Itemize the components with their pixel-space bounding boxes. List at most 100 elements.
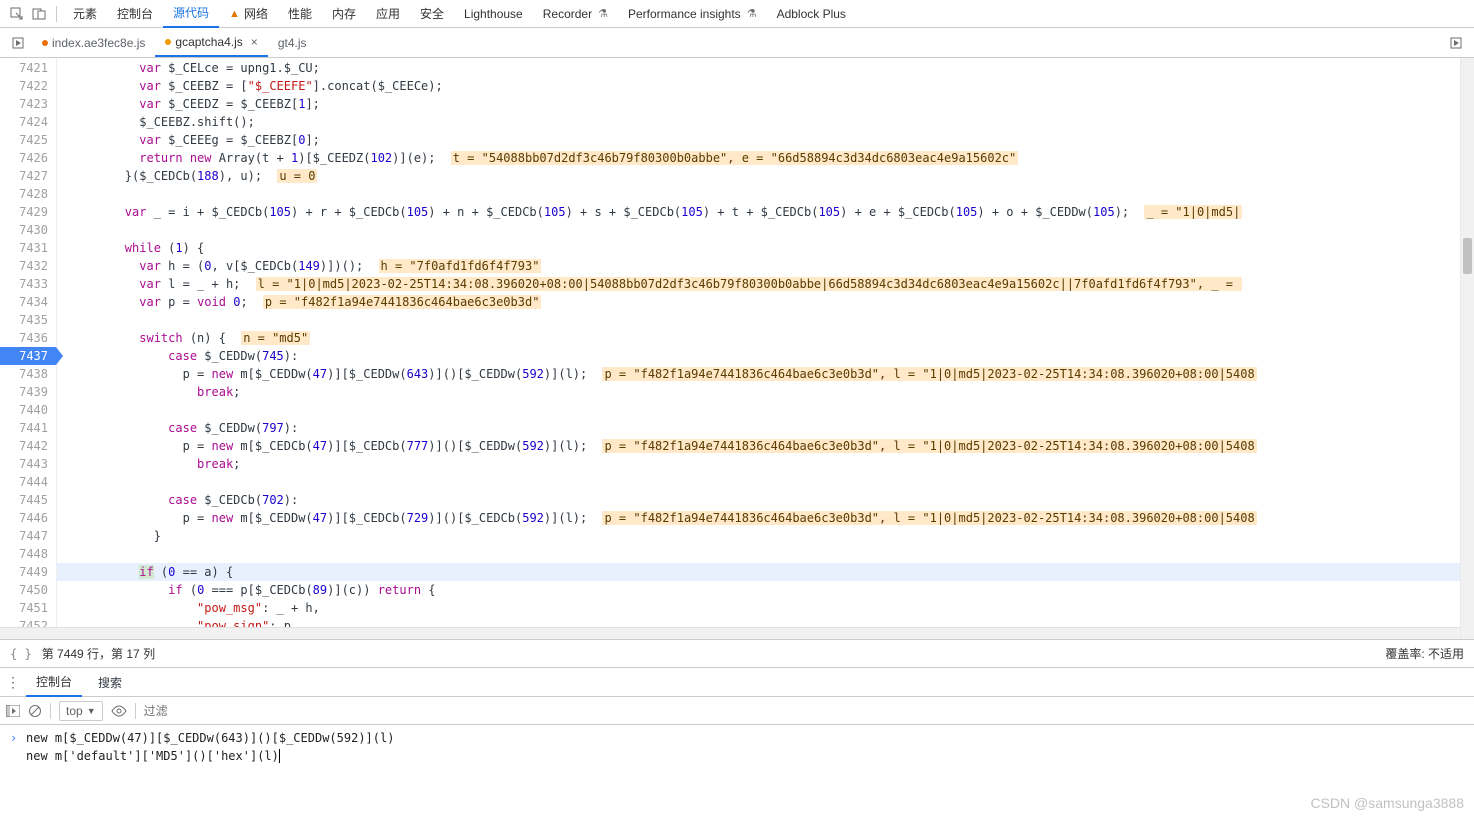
inspect-icon[interactable] xyxy=(6,3,28,25)
debugger-toggle-icon[interactable] xyxy=(4,37,32,49)
filetab-index[interactable]: index.ae3fec8e.js xyxy=(32,29,155,57)
line-number[interactable]: 7435 xyxy=(0,311,56,329)
console-input-line[interactable]: new m['default']['MD5']()['hex'](l) xyxy=(0,747,1474,765)
code-line[interactable] xyxy=(57,545,1474,563)
line-number[interactable]: 7430 xyxy=(0,221,56,239)
drawer-menu-icon[interactable]: ⋮ xyxy=(6,674,20,691)
code-line[interactable]: var $_CELce = upng1.$_CU; xyxy=(57,59,1474,77)
filetab-gt4[interactable]: gt4.js xyxy=(268,29,317,57)
line-number[interactable]: 7427 xyxy=(0,167,56,185)
code-line[interactable]: } xyxy=(57,527,1474,545)
code-line[interactable]: return new Array(t + 1)[$_CEEDZ(102)](e)… xyxy=(57,149,1474,167)
line-number[interactable]: 7447 xyxy=(0,527,56,545)
drawer-tab-console[interactable]: 控制台 xyxy=(26,668,82,697)
tab-recorder[interactable]: Recorder⚗ xyxy=(533,0,618,28)
live-expression-icon[interactable] xyxy=(111,705,127,717)
code-line[interactable] xyxy=(57,311,1474,329)
tab-lighthouse[interactable]: Lighthouse xyxy=(454,0,533,28)
line-number[interactable]: 7445 xyxy=(0,491,56,509)
line-number[interactable]: 7443 xyxy=(0,455,56,473)
code-line[interactable]: switch (n) { n = "md5" xyxy=(57,329,1474,347)
code-line[interactable]: var h = (0, v[$_CEDCb(149)])(); h = "7f0… xyxy=(57,257,1474,275)
code-line[interactable]: var _ = i + $_CEDCb(105) + r + $_CEDCb(1… xyxy=(57,203,1474,221)
more-tabs-icon[interactable] xyxy=(1442,37,1470,49)
line-number[interactable]: 7422 xyxy=(0,77,56,95)
filetab-gcaptcha4[interactable]: gcaptcha4.js× xyxy=(155,29,267,57)
execution-context-select[interactable]: top▼ xyxy=(59,701,103,721)
tab-performance[interactable]: 性能 xyxy=(278,0,322,28)
tab-memory[interactable]: 内存 xyxy=(322,0,366,28)
line-number[interactable]: 7439 xyxy=(0,383,56,401)
tab-elements[interactable]: 元素 xyxy=(63,0,107,28)
line-number[interactable]: 7434 xyxy=(0,293,56,311)
line-number[interactable]: 7426 xyxy=(0,149,56,167)
code-line[interactable]: case $_CEDCb(702): xyxy=(57,491,1474,509)
code-line[interactable]: p = new m[$_CEDDw(47)][$_CEDDw(643)]()[$… xyxy=(57,365,1474,383)
line-number[interactable]: 7446 xyxy=(0,509,56,527)
code-line[interactable]: var $_CEEBZ = ["$_CEEFE"].concat($_CEECe… xyxy=(57,77,1474,95)
code-line[interactable]: $_CEEBZ.shift(); xyxy=(57,113,1474,131)
line-number[interactable]: 7436 xyxy=(0,329,56,347)
code-line[interactable]: p = new m[$_CEDDw(47)][$_CEDCb(729)]()[$… xyxy=(57,509,1474,527)
line-number[interactable]: 7424 xyxy=(0,113,56,131)
code-line[interactable]: if (0 == a) { xyxy=(57,563,1474,581)
line-number[interactable]: 7437 xyxy=(0,347,56,365)
close-icon[interactable]: × xyxy=(251,35,258,49)
code-line[interactable]: p = new m[$_CEDCb(47)][$_CEDCb(777)]()[$… xyxy=(57,437,1474,455)
tab-console[interactable]: 控制台 xyxy=(107,0,163,28)
code-line[interactable]: break; xyxy=(57,455,1474,473)
code-line[interactable] xyxy=(57,473,1474,491)
code-line[interactable]: var l = _ + h; l = "1|0|md5|2023-02-25T1… xyxy=(57,275,1474,293)
tab-sources[interactable]: 源代码 xyxy=(163,0,219,28)
line-gutter[interactable]: 7421742274237424742574267427742874297430… xyxy=(0,58,57,639)
code-line[interactable]: "pow_msg": _ + h, xyxy=(57,599,1474,617)
line-number[interactable]: 7451 xyxy=(0,599,56,617)
horizontal-scrollbar[interactable] xyxy=(0,627,1474,639)
code-line[interactable]: var $_CEEDZ = $_CEEBZ[1]; xyxy=(57,95,1474,113)
line-number[interactable]: 7432 xyxy=(0,257,56,275)
code-line[interactable] xyxy=(57,221,1474,239)
line-number[interactable]: 7423 xyxy=(0,95,56,113)
code-content[interactable]: var $_CELce = upng1.$_CU; var $_CEEBZ = … xyxy=(57,58,1474,639)
drawer-tab-search[interactable]: 搜索 xyxy=(88,668,132,697)
code-line[interactable]: if (0 === p[$_CEDCb(89)](c)) return { xyxy=(57,581,1474,599)
device-toggle-icon[interactable] xyxy=(28,3,50,25)
code-line[interactable]: var $_CEEEg = $_CEEBZ[0]; xyxy=(57,131,1474,149)
console-sidebar-toggle-icon[interactable] xyxy=(6,705,20,717)
code-line[interactable]: while (1) { xyxy=(57,239,1474,257)
code-line[interactable]: case $_CEDDw(745): xyxy=(57,347,1474,365)
code-line[interactable]: var p = void 0; p = "f482f1a94e7441836c4… xyxy=(57,293,1474,311)
clear-console-icon[interactable] xyxy=(28,704,42,718)
console-input-line[interactable]: ›new m[$_CEDDw(47)][$_CEDDw(643)]()[$_CE… xyxy=(0,729,1474,747)
line-number[interactable]: 7421 xyxy=(0,59,56,77)
code-line[interactable]: break; xyxy=(57,383,1474,401)
scrollbar-thumb[interactable] xyxy=(1463,238,1472,274)
tab-application[interactable]: 应用 xyxy=(366,0,410,28)
line-number[interactable]: 7450 xyxy=(0,581,56,599)
line-number[interactable]: 7449 xyxy=(0,563,56,581)
line-number[interactable]: 7433 xyxy=(0,275,56,293)
line-number[interactable]: 7425 xyxy=(0,131,56,149)
console-toolbar: top▼ xyxy=(0,697,1474,725)
code-line[interactable]: case $_CEDDw(797): xyxy=(57,419,1474,437)
line-number[interactable]: 7431 xyxy=(0,239,56,257)
line-number[interactable]: 7442 xyxy=(0,437,56,455)
tab-security[interactable]: 安全 xyxy=(410,0,454,28)
vertical-scrollbar[interactable] xyxy=(1460,58,1474,639)
code-line[interactable] xyxy=(57,185,1474,203)
tab-adblock[interactable]: Adblock Plus xyxy=(767,0,856,28)
separator xyxy=(56,6,57,22)
pretty-print-icon[interactable]: { } xyxy=(10,647,32,661)
line-number[interactable]: 7448 xyxy=(0,545,56,563)
tab-network[interactable]: ▲网络 xyxy=(219,0,278,28)
line-number[interactable]: 7438 xyxy=(0,365,56,383)
line-number[interactable]: 7441 xyxy=(0,419,56,437)
line-number[interactable]: 7428 xyxy=(0,185,56,203)
line-number[interactable]: 7444 xyxy=(0,473,56,491)
line-number[interactable]: 7429 xyxy=(0,203,56,221)
code-line[interactable] xyxy=(57,401,1474,419)
console-filter-input[interactable] xyxy=(144,704,344,718)
tab-perf-insights[interactable]: Performance insights⚗ xyxy=(618,0,767,28)
code-line[interactable]: }($_CEDCb(188), u); u = 0 xyxy=(57,167,1474,185)
line-number[interactable]: 7440 xyxy=(0,401,56,419)
